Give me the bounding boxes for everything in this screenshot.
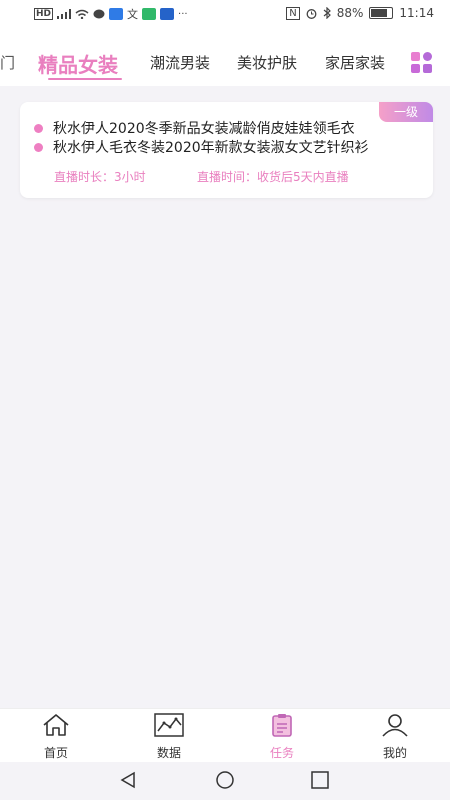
app-icon (109, 8, 124, 20)
category-item-men[interactable]: 潮流男装 (150, 52, 210, 73)
home-button-icon[interactable] (214, 770, 236, 790)
category-item-women[interactable]: 精品女装 (38, 49, 118, 78)
app-icon (142, 8, 157, 20)
tab-home[interactable]: 首页 (16, 713, 96, 761)
message-icon (93, 9, 105, 19)
nfc-icon: N (286, 6, 300, 20)
tab-label: 首页 (43, 746, 68, 760)
tab-mine[interactable]: 我的 (355, 713, 435, 761)
level-badge: 一级 (379, 102, 433, 122)
battery-percent: 88% (336, 6, 364, 20)
list-item: 秋水伊人2020冬季新品女装减龄俏皮娃娃领毛衣 (34, 118, 374, 138)
bottom-tab-bar: 首页 数据 任务 我的 (0, 708, 450, 763)
live-duration: 直播时长：3小时 (54, 170, 146, 184)
tab-tasks[interactable]: 任务 (242, 713, 322, 761)
status-right: N 88% 11:14 (286, 6, 434, 20)
task-card[interactable]: 一级 秋水伊人2020冬季新品女装减龄俏皮娃娃领毛衣 秋水伊人毛衣冬装2020年… (20, 102, 433, 198)
list-item: 秋水伊人毛衣冬装2020年新款女装淑女文艺针织衫 (34, 137, 374, 157)
hd-icon: HD (34, 8, 54, 20)
alarm-icon (306, 8, 317, 19)
status-left-icons: HD 文 ··· (34, 6, 188, 22)
status-bar: HD 文 ··· N 88% 11:14 (0, 0, 450, 28)
system-nav-bar (0, 762, 450, 800)
product-title: 秋水伊人毛衣冬装2020年新款女装淑女文艺针织衫 (53, 140, 369, 156)
category-grid-icon[interactable] (411, 52, 433, 74)
category-bar: 门 精品女装 潮流男装 美妆护肤 家居家装 (0, 28, 450, 86)
product-title: 秋水伊人2020冬季新品女装减龄俏皮娃娃领毛衣 (53, 121, 355, 137)
back-icon[interactable] (118, 770, 138, 790)
bullet-dot-icon (34, 142, 43, 152)
bullet-dot-icon (34, 123, 43, 133)
signal-icon (57, 9, 72, 19)
category-item-home[interactable]: 家居家装 (325, 52, 385, 73)
user-icon (382, 714, 408, 737)
more-dots-icon: ··· (178, 8, 188, 20)
category-item-beauty[interactable]: 美妆护肤 (237, 52, 297, 73)
live-time: 直播时间：收货后5天内直播 (197, 170, 349, 184)
app-icon (160, 8, 175, 20)
wifi-icon (75, 9, 89, 19)
clipboard-icon (272, 714, 292, 737)
chart-icon (154, 713, 184, 737)
recents-icon[interactable] (310, 770, 330, 790)
tab-label: 任务 (269, 746, 294, 760)
battery-icon (369, 7, 394, 19)
tab-label: 我的 (382, 746, 407, 760)
category-active-indicator (48, 78, 122, 80)
tab-data[interactable]: 数据 (129, 713, 209, 761)
bluetooth-icon (323, 7, 331, 19)
home-icon (43, 714, 69, 736)
category-item-partial[interactable]: 门 (0, 52, 15, 73)
clock: 11:14 (399, 6, 434, 20)
tab-label: 数据 (156, 746, 181, 760)
translate-icon: 文 (127, 8, 139, 21)
